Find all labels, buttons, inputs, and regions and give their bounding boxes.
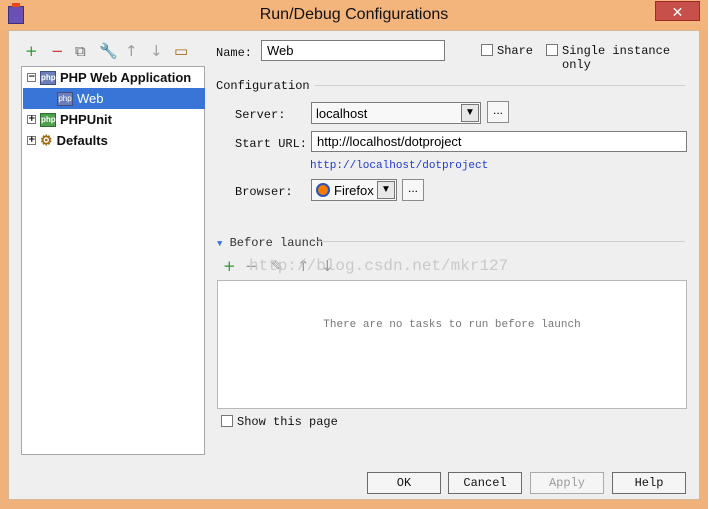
add-icon[interactable]: + [25,43,38,59]
name-label: Name: [216,46,253,60]
add-task-icon[interactable]: + [223,258,236,274]
name-field[interactable] [261,40,445,61]
phpunit-icon: php [40,112,56,127]
wrench-icon[interactable]: 🔧 [99,43,118,59]
tree-item-label: PHPUnit [60,112,112,127]
firefox-icon [316,183,330,197]
share-checkbox[interactable] [481,44,493,56]
configuration-tree[interactable]: − php PHP Web Application php Web + php … [21,66,205,455]
copy-icon[interactable]: ⧉ [75,43,86,59]
before-launch-divider [312,241,685,242]
expand-icon: + [27,114,36,124]
remove-icon[interactable]: − [51,43,64,59]
start-url-field[interactable] [311,131,687,152]
url-preview-link[interactable]: http://localhost/dotproject [310,160,488,172]
title-bar: Run/Debug Configurations ✕ [0,0,708,30]
move-up-icon[interactable]: ↑ [125,43,138,59]
run-debug-configurations-window: Run/Debug Configurations ✕ + − ⧉ 🔧 ↑ ↓ ▭… [0,0,708,509]
tree-item-phpunit[interactable]: + php PHPUnit [27,109,112,130]
chevron-down-icon[interactable]: ▼ [461,104,479,122]
php-web-icon: php [40,70,56,85]
configuration-heading: Configuration [216,79,310,93]
chevron-down-icon[interactable]: ▼ [377,181,395,199]
ok-button[interactable]: OK [367,472,441,494]
show-page-checkbox[interactable] [221,415,233,427]
single-instance-label: Single instance only [562,44,671,72]
cancel-button[interactable]: Cancel [448,472,522,494]
before-launch-task-list[interactable]: There are no tasks to run before launch [217,280,687,409]
watermark-text: http://blog.csdn.net/mkr127 [249,257,509,275]
single-instance-checkbox[interactable] [546,44,558,56]
share-label: Share [497,44,534,58]
expand-icon: + [27,135,36,145]
server-select[interactable]: localhost ▼ [311,102,481,124]
collapse-arrow-icon: ▼ [217,239,223,249]
tree-item-label: Web [77,91,104,106]
defaults-icon: ⚙ [40,132,53,148]
browser-label: Browser: [235,185,293,199]
tree-item-web[interactable]: php Web [23,88,205,109]
window-title: Run/Debug Configurations [259,6,449,23]
browser-browse-button[interactable]: ... [402,179,424,201]
folder-icon[interactable]: ▭ [174,43,188,59]
server-value: localhost [316,106,368,121]
close-button[interactable]: ✕ [655,1,700,21]
move-down-icon[interactable]: ↓ [150,43,163,59]
tree-item-label: Defaults [56,133,108,148]
tree-item-php-web-application[interactable]: − php PHP Web Application [27,67,191,88]
php-web-icon: php [57,91,73,106]
browser-value: Firefox [334,183,374,198]
before-launch-heading[interactable]: ▼ Before launch [217,236,323,250]
tree-item-label: PHP Web Application [60,70,192,85]
browser-select[interactable]: Firefox ▼ [311,179,397,201]
apply-button[interactable]: Apply [530,472,604,494]
dialog-content: + − ⧉ 🔧 ↑ ↓ ▭ − php PHP Web Application … [8,30,700,500]
server-browse-button[interactable]: ... [487,101,509,123]
start-url-label: Start URL: [235,137,308,151]
empty-tasks-message: There are no tasks to run before launch [323,319,581,331]
help-button[interactable]: Help [612,472,686,494]
server-label: Server: [235,108,286,122]
show-page-label: Show this page [237,415,338,429]
collapse-icon: − [27,72,36,82]
tree-item-defaults[interactable]: + ⚙ Defaults [27,130,108,151]
configuration-divider [315,85,685,86]
before-launch-label: Before launch [229,236,324,250]
